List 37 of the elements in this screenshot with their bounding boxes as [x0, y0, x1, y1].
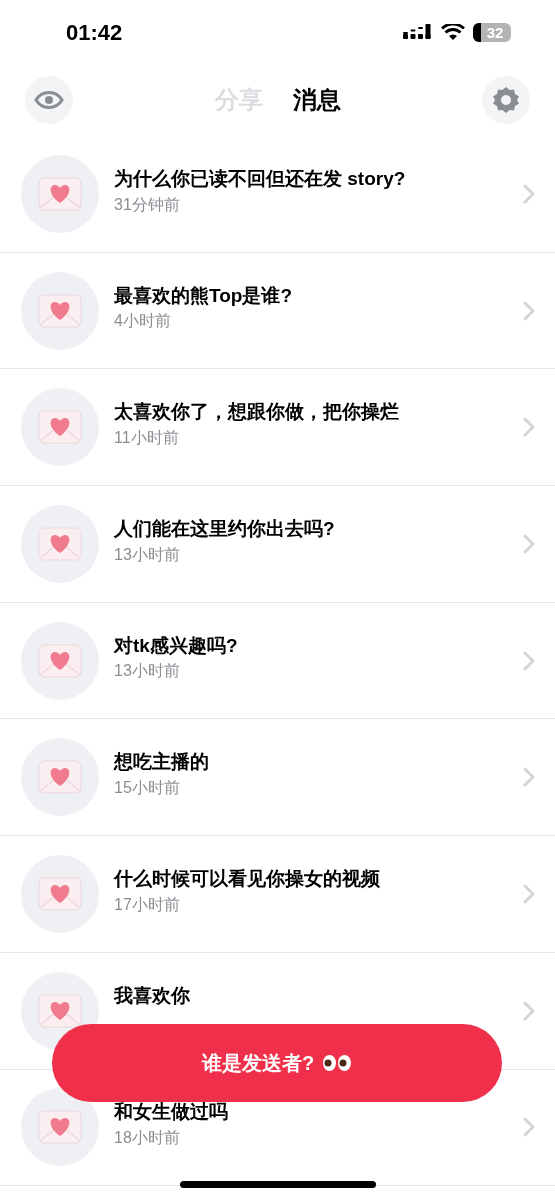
- wifi-icon: [441, 23, 465, 41]
- chevron-right-icon: [523, 883, 535, 904]
- message-time: 15小时前: [114, 778, 181, 799]
- message-title: 人们能在这里约你出去吗?: [114, 517, 336, 541]
- message-time: 17小时前: [114, 894, 181, 915]
- battery-indicator: 32: [473, 22, 511, 42]
- who-sent-button[interactable]: 谁是发送者?: [52, 1024, 502, 1102]
- chevron-right-icon: [523, 300, 535, 321]
- chevron-right-icon: [523, 650, 535, 671]
- eye-icon: [34, 90, 64, 110]
- chevron-right-icon: [523, 1117, 535, 1138]
- message-time: 11小时前: [114, 428, 180, 449]
- message-title: 什么时候可以看见你操女的视频: [114, 867, 381, 891]
- message-time: 13小时前: [114, 661, 181, 682]
- message-title: 太喜欢你了，想跟你做，把你操烂: [114, 400, 400, 425]
- settings-button[interactable]: [482, 76, 530, 124]
- chevron-right-icon: [523, 1000, 535, 1021]
- chevron-right-icon: [523, 417, 535, 438]
- message-time: 4小时前: [114, 311, 172, 332]
- message-title: 为什么你已读不回但还在发 story?: [114, 166, 407, 191]
- message-time: 31分钟前: [114, 194, 181, 215]
- message-title: 想吃主播的: [114, 750, 210, 775]
- message-title: 最喜欢的熊Top是谁?: [114, 283, 293, 308]
- eyes-icon: [322, 1054, 353, 1072]
- signal-icon: [403, 24, 433, 40]
- eye-button[interactable]: [25, 76, 73, 124]
- header-tab[interactable]: 消息: [292, 82, 341, 118]
- message-title: 对tk感兴趣吗?: [114, 633, 239, 658]
- settings-icon: [492, 86, 520, 114]
- status-time: 01:42: [66, 18, 123, 47]
- message-title: 和女生做过吗: [114, 1100, 229, 1125]
- message-time: 18小时前: [114, 1128, 181, 1149]
- message-title: 我喜欢你: [114, 983, 191, 1008]
- chevron-right-icon: [523, 767, 535, 788]
- message-time: 13小时前: [114, 544, 181, 565]
- chevron-right-icon: [523, 533, 535, 554]
- chevron-right-icon: [523, 183, 535, 204]
